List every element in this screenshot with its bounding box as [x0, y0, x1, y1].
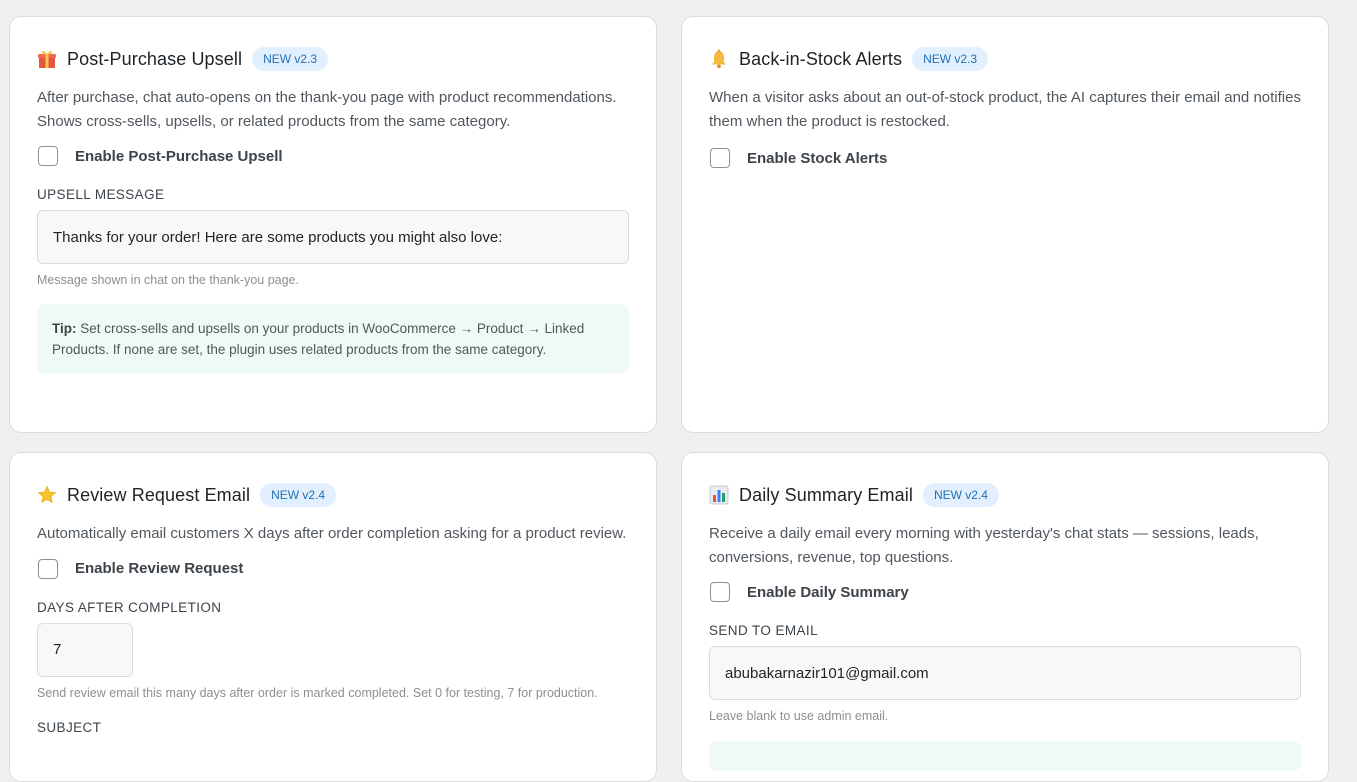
- bell-icon: [709, 49, 729, 69]
- field-label: SEND TO EMAIL: [709, 623, 818, 638]
- star-icon: [37, 485, 57, 505]
- bar-chart-icon: [709, 485, 729, 505]
- card-header: Back-in-Stock Alerts NEW v2.3: [709, 44, 1301, 74]
- card-description: When a visitor asks about an out-of-stoc…: [709, 89, 1301, 130]
- subject-label: SUBJECT: [37, 719, 102, 735]
- card-header: Daily Summary Email NEW v2.4: [709, 480, 1301, 510]
- checkbox-label: Enable Post-Purchase Upsell: [75, 147, 283, 165]
- post-purchase-upsell-card: Post-Purchase Upsell NEW v2.3 After purc…: [9, 16, 657, 433]
- tip-box: Tip: Set cross-sells and upsells on your…: [37, 304, 629, 374]
- upsell-message-input[interactable]: Thanks for your order! Here are some pro…: [37, 210, 629, 264]
- card-header: Review Request Email NEW v2.4: [37, 480, 629, 510]
- card-title: Daily Summary Email: [739, 484, 913, 505]
- enable-stock-alerts-checkbox[interactable]: [710, 148, 730, 168]
- tip-text: Set cross-sells and upsells on your prod…: [52, 321, 585, 357]
- checkbox-label: Enable Stock Alerts: [747, 149, 888, 167]
- version-badge: NEW v2.4: [260, 483, 337, 507]
- enable-upsell-checkbox[interactable]: [38, 146, 58, 166]
- card-description: After purchase, chat auto-opens on the t…: [37, 89, 617, 130]
- help-text: Leave blank to use admin email.: [709, 709, 889, 723]
- card-title: Post-Purchase Upsell: [67, 48, 243, 69]
- tip-prefix: Tip:: [52, 321, 77, 336]
- enable-stock-alerts-toggle[interactable]: Enable Stock Alerts: [709, 146, 1301, 170]
- enable-review-request-checkbox[interactable]: [38, 558, 58, 579]
- card-description: Automatically email customers X days aft…: [37, 525, 627, 542]
- version-badge: NEW v2.3: [912, 47, 989, 71]
- info-box: [709, 741, 1301, 771]
- help-text: Send review email this many days after o…: [37, 685, 598, 700]
- card-title: Review Request Email: [67, 484, 251, 505]
- card-title: Back-in-Stock Alerts: [739, 48, 903, 69]
- enable-upsell-toggle[interactable]: Enable Post-Purchase Upsell: [37, 144, 629, 168]
- checkbox-label: Enable Daily Summary: [747, 583, 909, 601]
- version-badge: NEW v2.3: [252, 47, 329, 71]
- days-after-completion-input[interactable]: 7: [37, 622, 133, 677]
- enable-daily-summary-toggle[interactable]: Enable Daily Summary: [709, 580, 1301, 604]
- checkbox-label: Enable Review Request: [75, 560, 244, 577]
- send-to-email-input[interactable]: abubakarnazir101@gmail.com: [709, 646, 1301, 700]
- field-label: DAYS AFTER COMPLETION: [37, 599, 222, 615]
- review-request-card: Review Request Email NEW v2.4 Automatica…: [9, 452, 657, 782]
- enable-daily-summary-checkbox[interactable]: [710, 582, 730, 602]
- daily-summary-card: Daily Summary Email NEW v2.4 Receive a d…: [681, 452, 1329, 782]
- field-label: UPSELL MESSAGE: [37, 187, 165, 202]
- version-badge: NEW v2.4: [922, 483, 999, 507]
- gift-icon: [37, 49, 57, 69]
- help-text: Message shown in chat on the thank-you p…: [37, 273, 299, 287]
- card-description: Receive a daily email every morning with…: [709, 525, 1259, 566]
- enable-review-request-toggle[interactable]: Enable Review Request: [37, 557, 629, 581]
- card-header: Post-Purchase Upsell NEW v2.3: [37, 44, 629, 74]
- back-in-stock-card: Back-in-Stock Alerts NEW v2.3 When a vis…: [681, 16, 1329, 433]
